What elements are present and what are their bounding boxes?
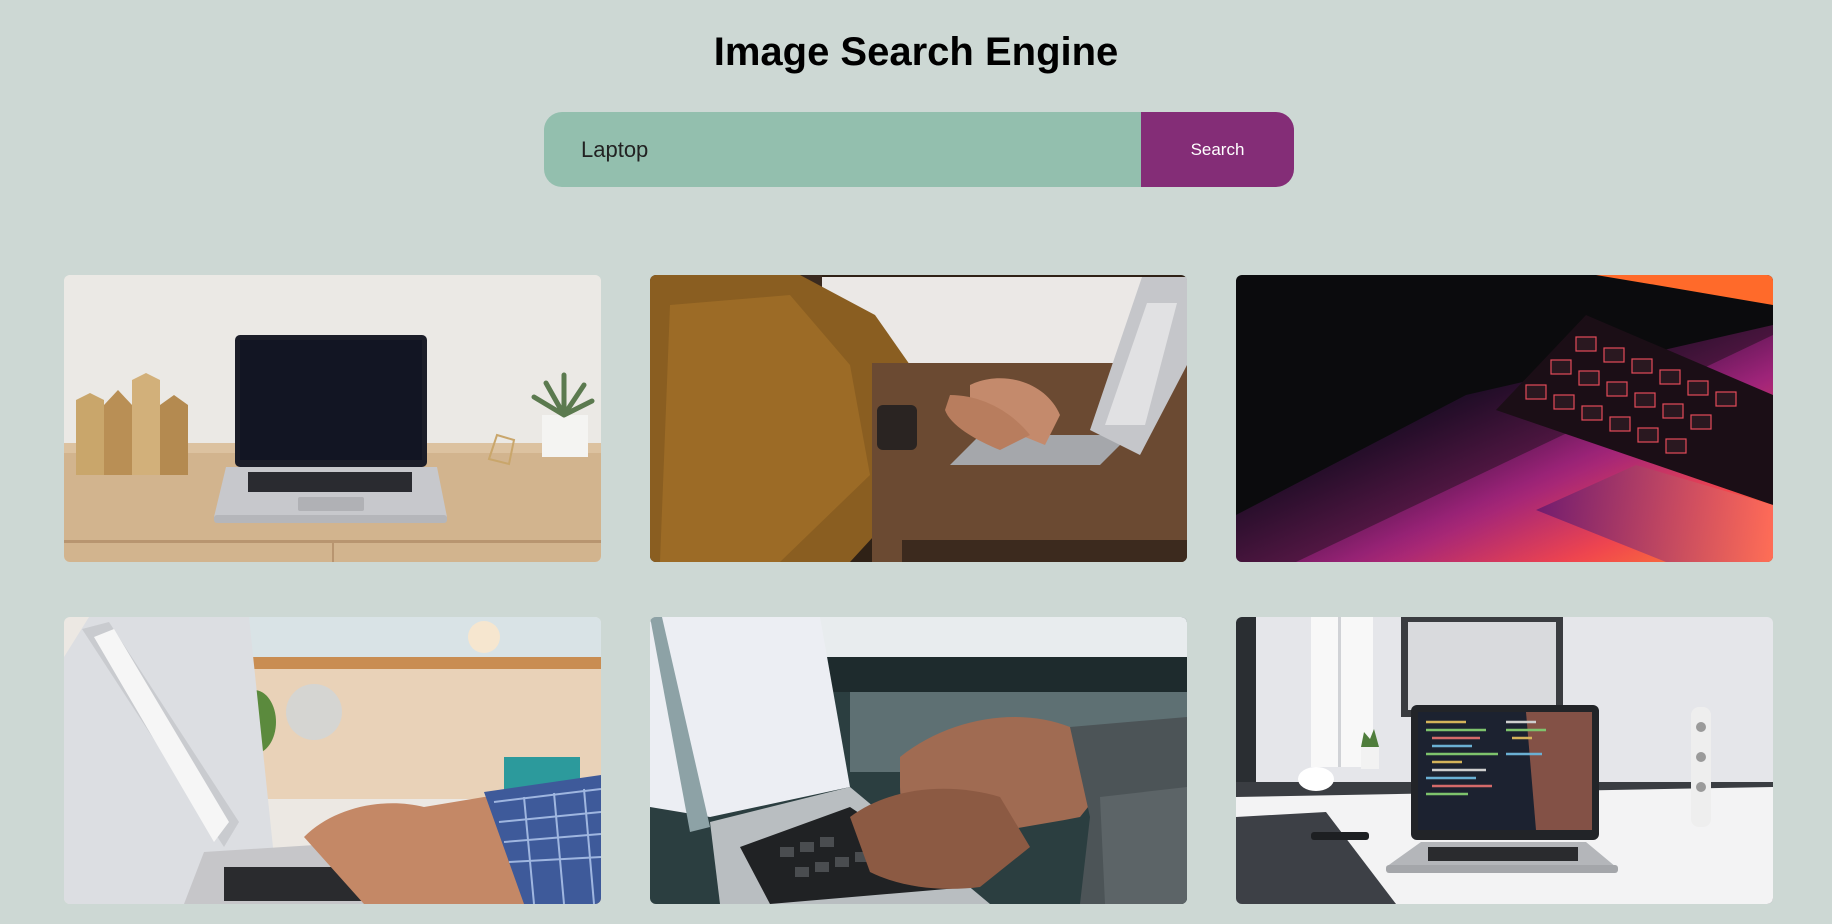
keyboard-hands-image <box>650 617 1187 904</box>
image-result-sweater-typing[interactable] <box>650 275 1187 562</box>
page-title: Image Search Engine <box>713 30 1119 74</box>
image-results-grid <box>64 275 1773 904</box>
keyboard-gradient-image <box>1236 275 1773 562</box>
search-button[interactable]: Search <box>1141 112 1294 187</box>
image-result-code-laptop[interactable] <box>1236 617 1773 904</box>
image-result-office-typing[interactable] <box>64 617 601 904</box>
image-result-keyboard-gradient[interactable] <box>1236 275 1773 562</box>
search-form: Search <box>544 112 1294 187</box>
code-laptop-image <box>1236 617 1773 904</box>
office-typing-image <box>64 617 601 904</box>
laptop-desk-image <box>64 275 601 562</box>
sweater-typing-image <box>650 275 1187 562</box>
image-result-keyboard-hands[interactable] <box>650 617 1187 904</box>
search-input[interactable] <box>544 112 1141 187</box>
image-result-laptop-desk[interactable] <box>64 275 601 562</box>
